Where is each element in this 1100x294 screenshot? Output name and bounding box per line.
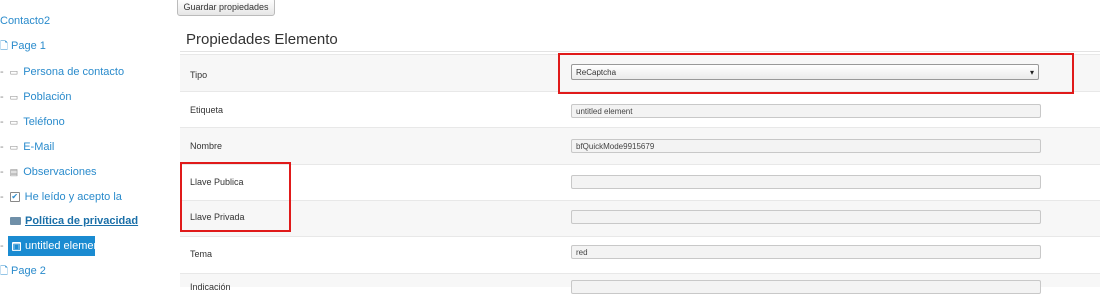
tree-item-selected[interactable]: ▣ untitled element <box>8 236 103 256</box>
nombre-input[interactable]: bfQuickMode9915679 <box>571 139 1041 153</box>
text-field-icon: ▭ <box>9 67 19 78</box>
tree-item-acepto[interactable]: - ✔ He leído y acepto la <box>0 190 122 204</box>
tree-item-label: Persona de contacto <box>23 66 125 78</box>
text-field-icon: ▭ <box>9 117 19 128</box>
tree-item-email[interactable]: - ▭ E-Mail <box>0 140 54 154</box>
folder-icon <box>10 217 21 226</box>
tree-item-privacy[interactable]: Política de privacidad <box>10 214 138 228</box>
divider <box>180 51 1100 52</box>
highlight-box-llaves <box>180 162 291 232</box>
tema-label: Tema <box>190 249 213 259</box>
indicacion-input[interactable] <box>571 280 1041 294</box>
tree-item-label: He leído y acepto la <box>24 191 122 203</box>
tree-item-observaciones[interactable]: - ▤ Observaciones <box>0 165 97 179</box>
tree-item-telefono[interactable]: - ▭ Teléfono <box>0 115 65 129</box>
tema-input[interactable]: red <box>571 245 1041 259</box>
tipo-label: Tipo <box>190 70 208 80</box>
tree-item-persona[interactable]: - ▭ Persona de contacto <box>0 65 124 79</box>
etiqueta-input[interactable]: untitled element <box>571 104 1041 118</box>
checkbox-icon: ✔ <box>9 192 20 203</box>
page-icon: 🗋 <box>0 266 9 277</box>
element-tree: Contacto2 🗋 Page 1 - ▭ Persona de contacto … <box>0 14 139 279</box>
indicacion-label: Indicación <box>190 282 231 292</box>
tree-item-label: Teléfono <box>23 116 65 128</box>
tree-page-2-label: Page 2 <box>11 265 46 277</box>
tree-item-label: Política de privacidad <box>25 215 139 227</box>
tree-item-label: untitled element <box>25 240 103 252</box>
panel-title: Propiedades Elemento <box>186 31 338 48</box>
page-icon: 🗋 <box>0 41 9 52</box>
highlight-box-tipo <box>558 53 1074 94</box>
tree-item-poblacion[interactable]: - ▭ Población <box>0 90 72 104</box>
captcha-icon: ▣ <box>12 241 21 251</box>
llave-publica-input[interactable] <box>571 175 1041 189</box>
text-field-icon: ▭ <box>9 142 19 153</box>
etiqueta-label: Etiqueta <box>190 105 224 115</box>
tree-item-label: Observaciones <box>23 166 97 178</box>
save-properties-button[interactable]: Guardar propiedades <box>177 0 275 16</box>
tree-page-1[interactable]: 🗋 Page 1 <box>0 39 46 54</box>
tree-page-2[interactable]: 🗋 Page 2 <box>0 264 46 279</box>
nombre-label: Nombre <box>190 141 223 151</box>
textarea-icon: ▤ <box>9 167 19 178</box>
llave-privada-input[interactable] <box>571 210 1041 224</box>
tree-item-label: E-Mail <box>23 141 55 153</box>
tree-item-label: Población <box>23 91 72 103</box>
text-field-icon: ▭ <box>9 92 19 103</box>
tree-page-1-label: Page 1 <box>11 40 46 52</box>
tree-form-root[interactable]: Contacto2 <box>0 14 50 28</box>
